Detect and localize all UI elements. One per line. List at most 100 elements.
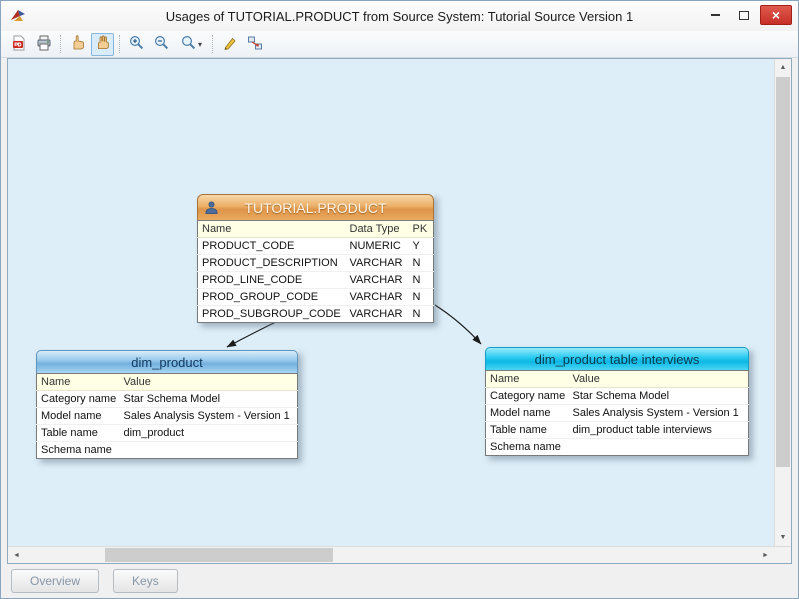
vertical-scrollbar[interactable]: ▲ ▼ — [774, 59, 791, 546]
zoom-in-icon — [128, 34, 145, 54]
col-header-pk: PK — [409, 221, 434, 238]
select-hand-icon — [69, 34, 86, 54]
cell-value — [569, 439, 749, 456]
export-pdf-icon — [11, 35, 27, 54]
scroll-left-icon: ◄ — [13, 552, 20, 559]
cell-datatype: VARCHAR — [346, 306, 409, 323]
table-row[interactable]: PROD_LINE_CODE VARCHAR N — [198, 272, 434, 289]
scroll-down-button[interactable]: ▼ — [775, 529, 791, 546]
cell-value: dim_product table interviews — [569, 422, 749, 439]
cell-value — [120, 442, 298, 459]
col-header-name: Name — [198, 221, 346, 238]
entity-title: dim_product — [131, 355, 203, 370]
table-row[interactable]: Model name Sales Analysis System - Versi… — [486, 405, 749, 422]
col-header-name: Name — [37, 374, 120, 391]
zoom-out-icon — [153, 34, 170, 54]
table-row[interactable]: Table name dim_product — [37, 425, 298, 442]
cell-name: Schema name — [486, 439, 569, 456]
entity-tutorial-product[interactable]: TUTORIAL.PRODUCT Name Data Type PK — [197, 194, 434, 323]
cell-name: PROD_GROUP_CODE — [198, 289, 346, 306]
cell-value: Star Schema Model — [120, 391, 298, 408]
entity-title: TUTORIAL.PRODUCT — [244, 200, 386, 216]
table-owner-icon — [204, 200, 219, 215]
toolbar-separator — [119, 35, 120, 53]
vertical-scroll-track[interactable] — [775, 76, 791, 529]
cell-name: PRODUCT_DESCRIPTION — [198, 255, 346, 272]
table-header-row: Name Value — [486, 371, 749, 388]
cell-pk: Y — [409, 238, 434, 255]
entity-dim-product-header[interactable]: dim_product — [36, 350, 298, 373]
entity-dim-product[interactable]: dim_product Name Value Category n — [36, 350, 298, 459]
cell-name: PROD_SUBGROUP_CODE — [198, 306, 346, 323]
scroll-right-button[interactable]: ► — [757, 547, 774, 563]
close-icon: × — [772, 8, 780, 22]
zoom-level-icon — [180, 34, 197, 54]
entity-dim-product-interviews-header[interactable]: dim_product table interviews — [485, 347, 749, 370]
maximize-button[interactable] — [731, 5, 757, 25]
cell-value: Star Schema Model — [569, 388, 749, 405]
horizontal-scrollbar[interactable]: ◄ ► — [8, 547, 774, 563]
table-row[interactable]: Schema name — [486, 439, 749, 456]
zoom-in-button[interactable] — [125, 33, 148, 56]
minimize-button[interactable] — [702, 5, 728, 25]
select-hand-button[interactable] — [66, 33, 89, 56]
tab-keys[interactable]: Keys — [113, 569, 178, 593]
view-tabs: Overview Keys — [1, 564, 798, 598]
arrow-product-to-dim-product — [227, 319, 282, 347]
scroll-right-icon: ► — [762, 552, 769, 559]
toolbar: ▾ — [1, 31, 798, 58]
table-row[interactable]: Model name Sales Analysis System - Versi… — [37, 408, 298, 425]
cell-datatype: VARCHAR — [346, 255, 409, 272]
entity-title: dim_product table interviews — [535, 352, 700, 367]
print-icon — [36, 35, 52, 54]
table-row[interactable]: Category name Star Schema Model — [486, 388, 749, 405]
col-header-value: Value — [569, 371, 749, 388]
zoom-out-button[interactable] — [150, 33, 173, 56]
app-logo-icon — [9, 8, 27, 24]
pan-hand-button[interactable] — [91, 33, 114, 56]
horizontal-scroll-track[interactable] — [25, 547, 757, 563]
cell-name: Table name — [486, 422, 569, 439]
entity-dim-product-interviews[interactable]: dim_product table interviews Name Value — [485, 347, 749, 456]
maximize-icon — [739, 11, 749, 20]
table-row[interactable]: PROD_SUBGROUP_CODE VARCHAR N — [198, 306, 434, 323]
dim-product-interviews-properties-table: Name Value Category name Star Schema Mod… — [485, 370, 749, 456]
table-row[interactable]: PROD_GROUP_CODE VARCHAR N — [198, 289, 434, 306]
export-pdf-button[interactable] — [7, 33, 30, 56]
col-header-datatype: Data Type — [346, 221, 409, 238]
relationship-icon — [247, 35, 263, 54]
edit-pencil-icon — [222, 35, 238, 54]
window-title: Usages of TUTORIAL.PRODUCT from Source S… — [166, 9, 633, 24]
product-columns-table: Name Data Type PK PRODUCT_CODE NUMERIC Y — [197, 220, 434, 323]
toolbar-separator — [60, 35, 61, 53]
edit-pencil-button[interactable] — [218, 33, 241, 56]
titlebar: Usages of TUTORIAL.PRODUCT from Source S… — [1, 1, 798, 31]
entity-tutorial-product-header[interactable]: TUTORIAL.PRODUCT — [197, 194, 434, 220]
print-button[interactable] — [32, 33, 55, 56]
cell-pk: N — [409, 306, 434, 323]
cell-name: Table name — [37, 425, 120, 442]
zoom-level-dropdown-button[interactable]: ▾ — [175, 33, 207, 56]
table-row[interactable]: PRODUCT_DESCRIPTION VARCHAR N — [198, 255, 434, 272]
close-button[interactable]: × — [760, 5, 792, 25]
vertical-scroll-thumb[interactable] — [776, 77, 790, 467]
table-row[interactable]: Schema name — [37, 442, 298, 459]
relationship-button[interactable] — [243, 33, 266, 56]
scroll-up-button[interactable]: ▲ — [775, 59, 791, 76]
cell-name: Category name — [37, 391, 120, 408]
cell-name: Model name — [37, 408, 120, 425]
cell-datatype: VARCHAR — [346, 272, 409, 289]
scroll-up-icon: ▲ — [780, 64, 787, 71]
horizontal-scroll-thumb[interactable] — [105, 548, 333, 562]
table-row[interactable]: PRODUCT_CODE NUMERIC Y — [198, 238, 434, 255]
table-row[interactable]: Table name dim_product table interviews — [486, 422, 749, 439]
cell-value: Sales Analysis System - Version 1 — [120, 408, 298, 425]
scroll-left-button[interactable]: ◄ — [8, 547, 25, 563]
cell-name: Model name — [486, 405, 569, 422]
arrow-product-to-dim-product-interviews — [435, 305, 481, 344]
minimize-icon — [711, 14, 720, 16]
diagram-canvas[interactable]: TUTORIAL.PRODUCT Name Data Type PK — [8, 59, 774, 546]
cell-name: PRODUCT_CODE — [198, 238, 346, 255]
tab-overview[interactable]: Overview — [11, 569, 99, 593]
table-row[interactable]: Category name Star Schema Model — [37, 391, 298, 408]
